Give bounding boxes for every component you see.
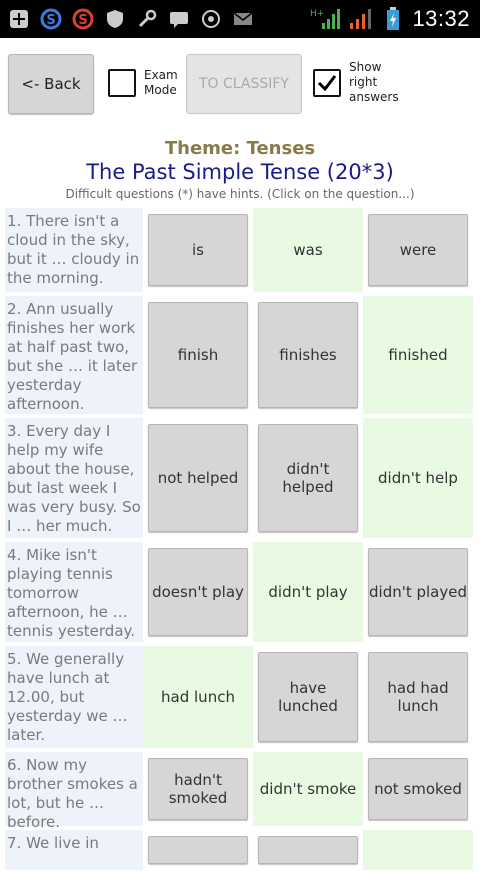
answer-cell-correct: finished	[363, 296, 473, 414]
question-row: 6. Now my brother smokes a lot, but he ……	[5, 752, 475, 831]
answer-cell-correct: didn't smoke	[253, 752, 363, 826]
answer-cell-correct: didn't play	[253, 542, 363, 642]
chat-icon	[168, 8, 190, 30]
show-answers-label-line1: Show	[349, 60, 382, 74]
answer-button[interactable]	[258, 836, 358, 864]
question-row: 1. There isn't a cloud in the sky, but i…	[5, 208, 475, 292]
answer-button[interactable]	[148, 836, 248, 864]
answer-cell-correct	[363, 830, 473, 870]
question-text[interactable]: 6. Now my brother smokes a lot, but he ……	[5, 752, 143, 831]
answer-button[interactable]: didn't played	[368, 548, 468, 636]
answer-button[interactable]: finishes	[258, 302, 358, 408]
answer-button[interactable]: didn't helped	[258, 424, 358, 532]
question-text[interactable]: 5. We generally have lunch at 12.00, but…	[5, 646, 143, 748]
question-row: 3. Every day I help my wife about the ho…	[5, 418, 475, 538]
add-icon	[8, 8, 30, 30]
answer-button[interactable]: didn't play	[258, 548, 358, 636]
answer-cell	[143, 830, 253, 870]
answer-button[interactable]	[368, 836, 468, 864]
question-text[interactable]: 3. Every day I help my wife about the ho…	[5, 418, 143, 538]
svg-text:S: S	[78, 13, 87, 28]
answer-button[interactable]: had had lunch	[368, 652, 468, 742]
exam-mode-label-line1: Exam	[144, 68, 178, 82]
answer-button[interactable]: not helped	[148, 424, 248, 532]
answer-cell	[253, 830, 363, 870]
theme-heading: Theme: Tenses	[164, 138, 316, 159]
wrench-icon	[136, 8, 158, 30]
question-row: 5. We generally have lunch at 12.00, but…	[5, 646, 475, 748]
answer-button[interactable]: have lunched	[258, 652, 358, 742]
answer-cell: finishes	[253, 296, 363, 414]
question-text[interactable]: 7. We live in	[5, 830, 143, 870]
answer-button[interactable]: finished	[368, 302, 468, 408]
exam-mode-label-line2: Mode	[144, 83, 177, 97]
battery-icon	[382, 7, 404, 30]
network-type: H+	[310, 9, 324, 19]
exam-mode-toggle[interactable]: Exam Mode	[108, 68, 178, 98]
question-text[interactable]: 4. Mike isn't playing tennis tomorrow af…	[5, 542, 143, 642]
show-answers-checkbox[interactable]	[313, 68, 341, 97]
show-answers-label-line2: right	[349, 75, 378, 89]
toolbar: <- Back Exam Mode TO CLASSIFY Show right…	[0, 54, 480, 116]
svg-text:S: S	[46, 13, 55, 28]
answer-button[interactable]: didn't help	[368, 424, 468, 532]
exam-mode-checkbox[interactable]	[108, 69, 136, 97]
answer-button[interactable]: doesn't play	[148, 548, 248, 636]
answer-cell: not helped	[143, 418, 253, 538]
show-answers-label: Show right answers	[349, 60, 399, 105]
answer-cell: have lunched	[253, 646, 363, 748]
checkmark-icon	[317, 74, 337, 91]
question-text[interactable]: 1. There isn't a cloud in the sky, but i…	[5, 208, 143, 292]
answer-cell: didn't played	[363, 542, 473, 642]
answer-cell: hadn't smoked	[143, 752, 253, 826]
status-bar: S S H+ 13:32	[0, 0, 480, 38]
answer-button[interactable]: not smoked	[368, 758, 468, 820]
show-answers-label-line3: answers	[349, 90, 399, 104]
show-answers-toggle[interactable]: Show right answers	[313, 60, 399, 105]
question-row: 2. Ann usually finishes her work at half…	[5, 296, 475, 414]
question-row: 7. We live in	[5, 830, 475, 870]
answer-cell-correct: didn't help	[363, 418, 473, 538]
question-list: 1. There isn't a cloud in the sky, but i…	[5, 208, 475, 874]
answer-cell: doesn't play	[143, 542, 253, 642]
answer-button[interactable]: was	[258, 214, 358, 286]
answer-cell: finish	[143, 296, 253, 414]
s-app-icon: S	[40, 8, 62, 30]
answer-cell: didn't helped	[253, 418, 363, 538]
back-button[interactable]: <- Back	[8, 54, 94, 114]
page-title: The Past Simple Tense (20*3)	[86, 160, 394, 184]
clock: 13:32	[412, 6, 470, 31]
answer-button[interactable]: didn't smoke	[258, 758, 358, 820]
exam-mode-label: Exam Mode	[144, 68, 178, 98]
mail-icon	[232, 8, 254, 30]
answer-button[interactable]: hadn't smoked	[148, 758, 248, 820]
shield-icon	[104, 8, 126, 30]
s-app-red-icon: S	[72, 8, 94, 30]
system-icons: H+ 13:32	[310, 6, 480, 32]
hint-text: Difficult questions (*) have hints. (Cli…	[65, 187, 415, 201]
notification-icons: S S	[0, 8, 254, 30]
whatsapp-icon	[200, 8, 222, 30]
answer-button[interactable]: had lunch	[148, 652, 248, 742]
answer-button[interactable]: were	[368, 214, 468, 286]
to-classify-button[interactable]: TO CLASSIFY	[186, 54, 302, 114]
question-row: 4. Mike isn't playing tennis tomorrow af…	[5, 542, 475, 642]
answer-cell: is	[143, 208, 253, 292]
answer-button[interactable]: is	[148, 214, 248, 286]
question-text[interactable]: 2. Ann usually finishes her work at half…	[5, 296, 143, 414]
signal-icon: H+	[310, 8, 341, 30]
answer-cell: were	[363, 208, 473, 292]
answer-cell-correct: was	[253, 208, 363, 292]
answer-cell: had had lunch	[363, 646, 473, 748]
answer-cell-correct: had lunch	[143, 646, 253, 748]
answer-button[interactable]: finish	[148, 302, 248, 408]
signal-icon-2	[348, 8, 374, 30]
answer-cell: not smoked	[363, 752, 473, 826]
